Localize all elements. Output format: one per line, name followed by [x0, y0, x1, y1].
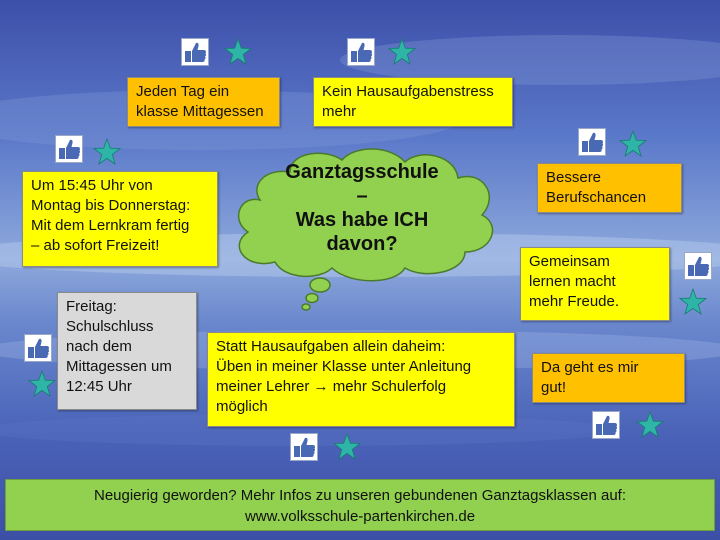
star-icon	[388, 38, 416, 66]
star-icon	[28, 370, 56, 398]
thumbs-up-icon	[578, 128, 606, 156]
thumbs-up-icon	[684, 252, 712, 280]
thumbs-up-icon	[347, 38, 375, 66]
box-freizeit: Um 15:45 Uhr von Montag bis Donnerstag: …	[22, 171, 218, 267]
thumbs-up-icon	[181, 38, 209, 66]
box-freitag: Freitag: Schulschluss nach dem Mittagess…	[57, 292, 197, 410]
star-icon	[619, 130, 647, 158]
box-gutgehen: Da geht es mir gut!	[532, 353, 685, 403]
star-icon	[93, 138, 121, 166]
thumbs-up-icon	[290, 433, 318, 461]
cloud-title: Ganztagsschule – Was habe ICH davon?	[285, 161, 439, 255]
thumbs-up-icon	[55, 135, 83, 163]
footer-info: Neugierig geworden? Mehr Infos zu unsere…	[5, 479, 715, 531]
box-daheim: Statt Hausaufgaben allein daheim: Üben i…	[207, 332, 515, 427]
star-icon	[636, 411, 664, 439]
star-icon	[224, 38, 252, 66]
footer-link[interactable]: www.volksschule-partenkirchen.de	[6, 506, 714, 527]
star-icon	[679, 288, 707, 316]
thumbs-up-icon	[24, 334, 52, 362]
box-mittagessen: Jeden Tag ein klasse Mittagessen	[127, 77, 280, 127]
box-gemeinsam: Gemeinsam lernen macht mehr Freude.	[520, 247, 670, 321]
box-hausaufgabenstress: Kein Hausaufgabenstress mehr	[313, 77, 513, 127]
box-berufschancen: Bessere Berufschancen	[537, 163, 682, 213]
star-icon	[333, 433, 361, 461]
thumbs-up-icon	[592, 411, 620, 439]
